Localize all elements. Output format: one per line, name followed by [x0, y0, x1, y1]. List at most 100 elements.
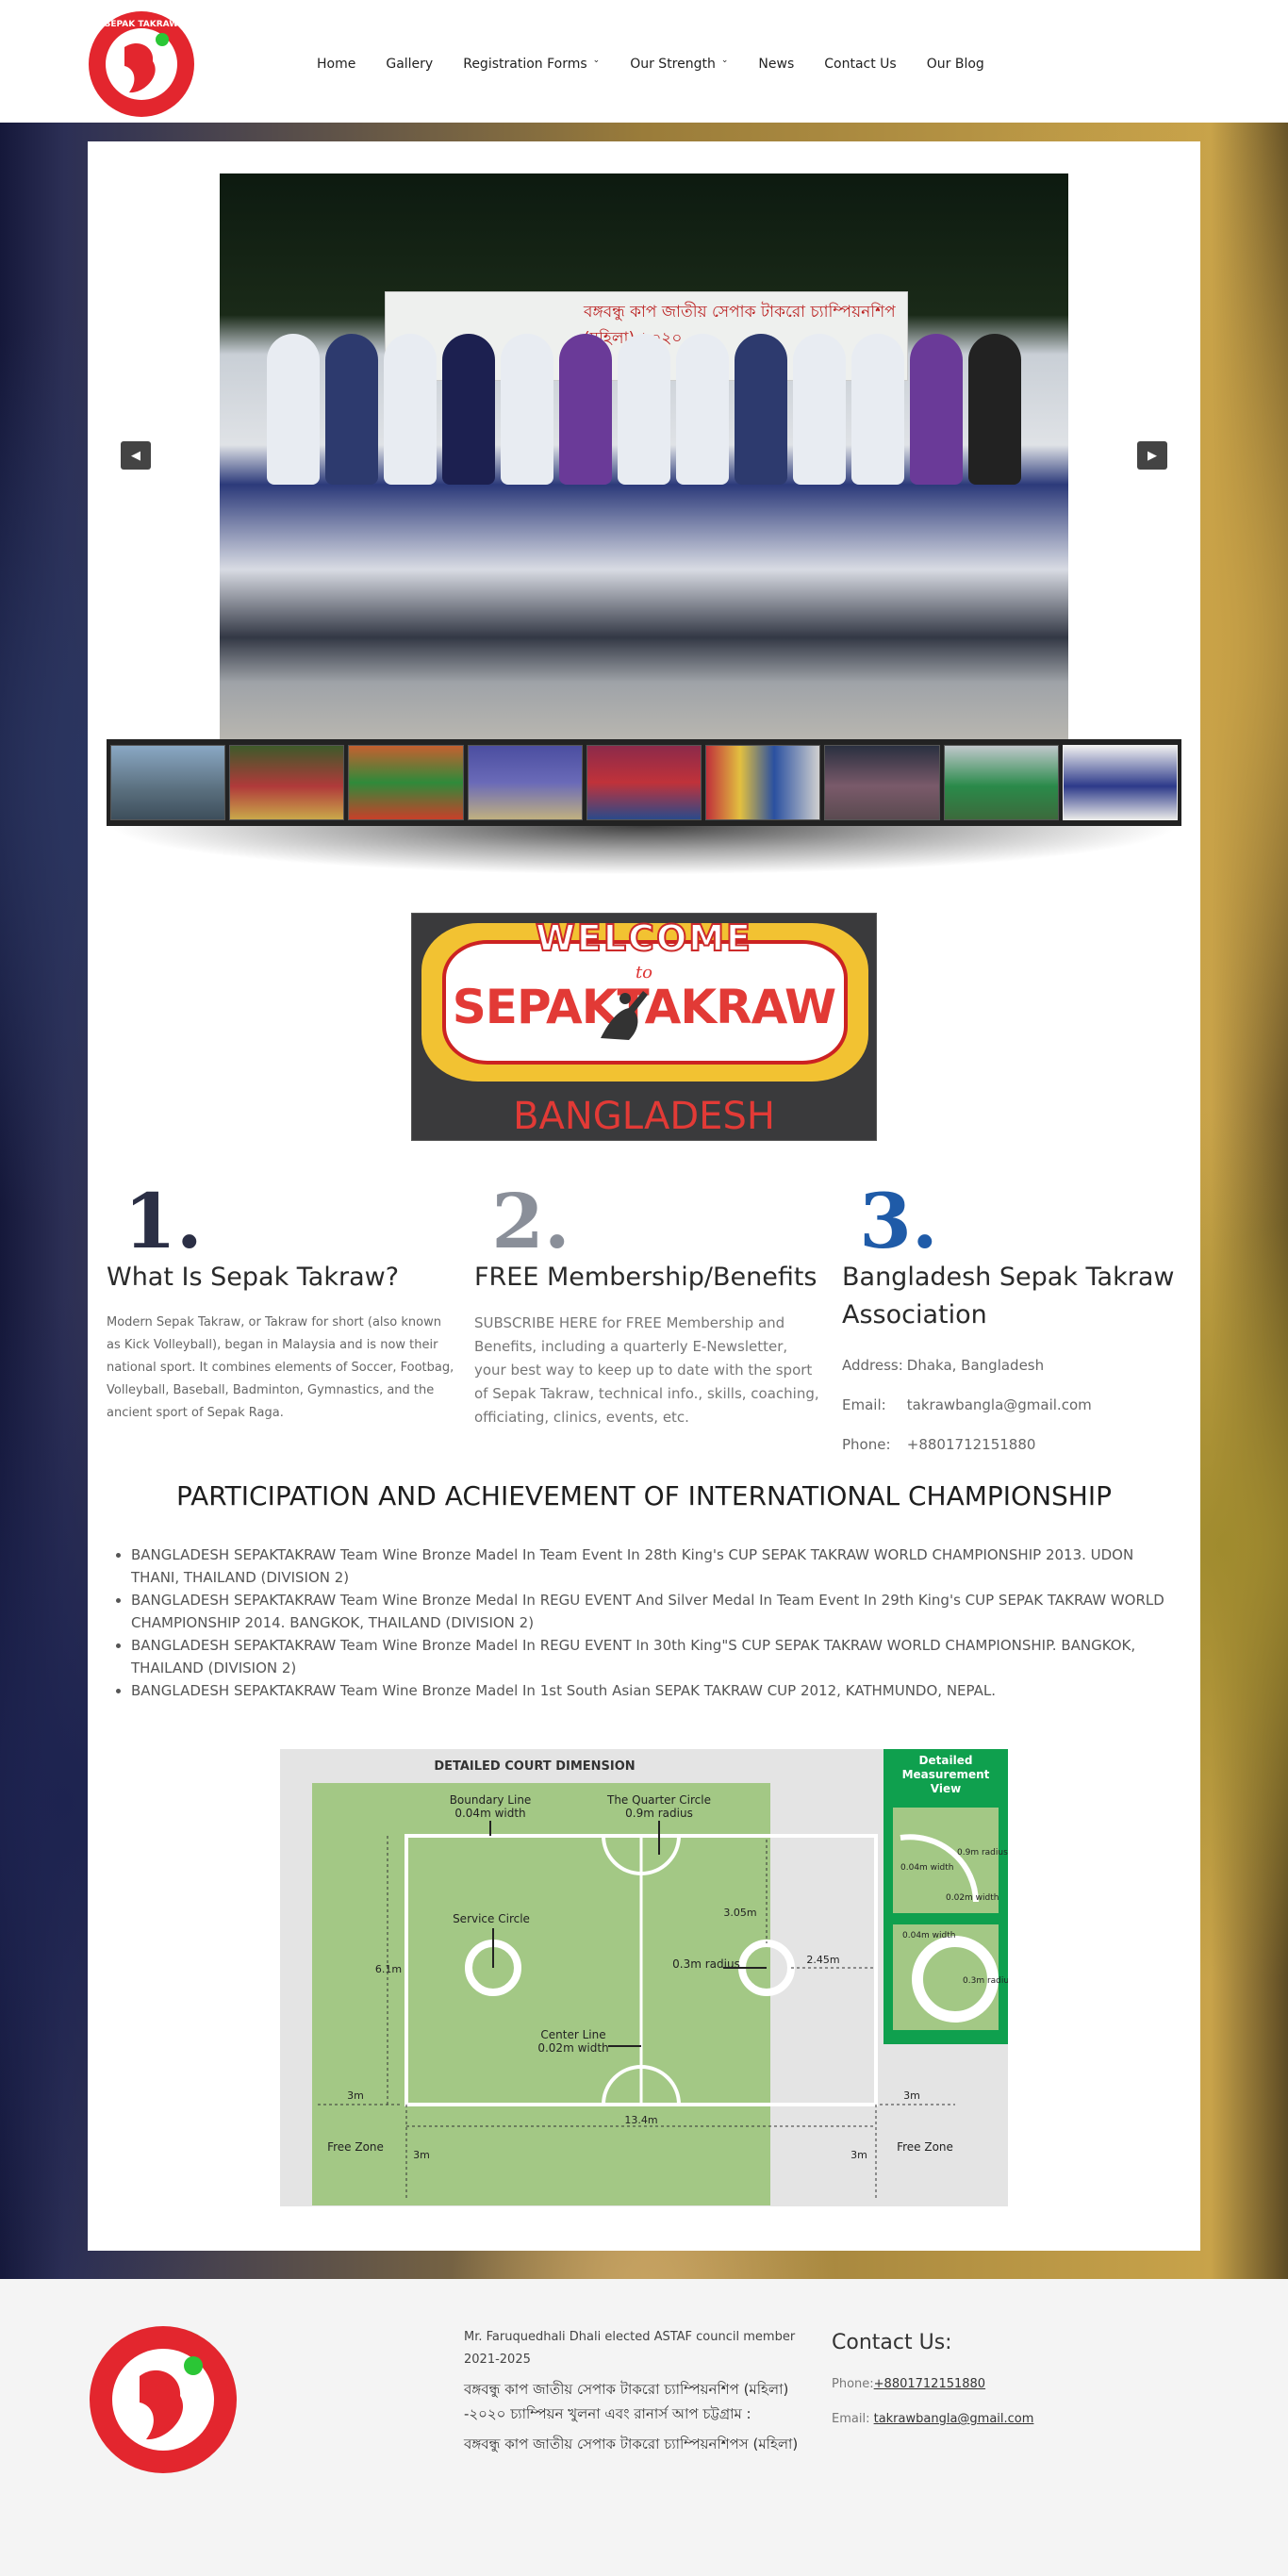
slider-thumbnail[interactable] — [586, 745, 702, 820]
achievement-item: BANGLADESH SEPAKTAKRAW Team Wine Bronze … — [131, 1544, 1181, 1589]
feature-number: 1. — [124, 1177, 203, 1265]
caret-right-icon: ▶ — [1148, 448, 1157, 462]
dim-134: 13.4m — [624, 2114, 657, 2126]
dim-3m-right: 3m — [903, 2089, 920, 2102]
nav-our-blog[interactable]: Our Blog — [912, 57, 999, 72]
slider-thumbnail[interactable] — [229, 745, 345, 820]
dim-3m-bottom-left: 3m — [413, 2149, 430, 2161]
feature-text: Modern Sepak Takraw, or Takraw for short… — [107, 1315, 454, 1420]
chevron-down-icon: ⌄ — [720, 56, 729, 65]
team-photo — [257, 324, 1031, 664]
player-silhouette-icon — [601, 991, 648, 1040]
quarter-circle-label: The Quarter Circle — [606, 1793, 711, 1807]
slider-next-button[interactable]: ▶ — [1137, 441, 1167, 470]
address-label: Address: — [842, 1357, 903, 1374]
court-dimension-diagram: DETAILED COURT DIMENSION Boundary Line 0… — [280, 1749, 1008, 2206]
nav-our-strength[interactable]: Our Strength ⌄ — [615, 56, 743, 72]
association-email: Email: takrawbangla@gmail.com — [842, 1396, 1191, 1413]
detail-004b: 0.04m width — [902, 1931, 955, 1940]
detail-title-1: Detailed — [919, 1754, 973, 1767]
welcome-bangladesh-text: BANGLADESH — [513, 1095, 775, 1138]
feature-membership: 2. FREE Membership/Benefits SUBSCRIBE HE… — [474, 1183, 823, 1429]
main-content: বঙ্গবন্ধু কাপ জাতীয় সেপাক টাকরো চ্যাম্প… — [88, 141, 1200, 2251]
dim-305: 3.05m — [723, 1907, 756, 1919]
footer-phone: Phone:+8801712151880 — [832, 2377, 1033, 2391]
detail-title-3: View — [931, 1782, 961, 1795]
footer-news: Mr. Faruquedhali Dhali elected ASTAF cou… — [464, 2326, 803, 2456]
footer-contact: Contact Us: Phone:+8801712151880 Email: … — [832, 2331, 1033, 2426]
court-title: DETAILED COURT DIMENSION — [434, 1759, 635, 1774]
email-label: Email: — [832, 2412, 870, 2426]
slider-thumbnail[interactable] — [110, 745, 226, 820]
nav-label: Our Strength — [630, 57, 716, 72]
feature-number: 2. — [491, 1177, 570, 1265]
free-zone-right: Free Zone — [897, 2140, 953, 2154]
email-label: Email: — [842, 1396, 886, 1413]
site-logo[interactable]: SEPAK TAKRAW — [87, 9, 196, 119]
feature-title: Bangladesh Sepak Takraw Association — [842, 1263, 1175, 1329]
nav-registration-forms[interactable]: Registration Forms ⌄ — [448, 56, 615, 72]
slider-thumbnail[interactable] — [943, 745, 1059, 820]
welcome-text: WELCOME — [535, 916, 753, 960]
caret-left-icon: ◀ — [131, 448, 140, 462]
association-phone: Phone: +8801712151880 — [842, 1436, 1191, 1453]
slider-thumbnail[interactable] — [348, 745, 464, 820]
slider-thumbnail[interactable] — [705, 745, 821, 820]
feature-association: 3. Bangladesh Sepak Takraw Association A… — [842, 1183, 1191, 1453]
site-footer: Mr. Faruquedhali Dhali elected ASTAF cou… — [0, 2279, 1288, 2576]
dim-61: 6.1m — [375, 1963, 402, 1975]
slider-prev-button[interactable]: ◀ — [121, 441, 151, 470]
feature-title: FREE Membership/Benefits — [474, 1263, 817, 1292]
nav-label: Contact Us — [824, 57, 897, 72]
nav-home[interactable]: Home — [302, 57, 371, 72]
dim-3m-bottom-right: 3m — [850, 2149, 867, 2161]
center-line-label: Center Line — [540, 2028, 605, 2041]
detail-002: 0.02m width — [946, 1893, 999, 1903]
nav-label: Registration Forms — [463, 57, 587, 72]
achievement-item: BANGLADESH SEPAKTAKRAW Team Wine Bronze … — [131, 1679, 1181, 1702]
nav-gallery[interactable]: Gallery — [371, 57, 448, 72]
slider-thumbnail[interactable] — [1062, 745, 1178, 820]
dim-245: 2.45m — [806, 1954, 839, 1966]
slider-thumbnail[interactable] — [467, 745, 583, 820]
boundary-label: Boundary Line — [450, 1793, 532, 1807]
feature-text: SUBSCRIBE HERE for FREE Membership and B… — [474, 1314, 819, 1426]
slider-thumbnail[interactable] — [824, 745, 940, 820]
svg-text:SEPAK TAKRAW: SEPAK TAKRAW — [105, 20, 178, 29]
footer-phone-link[interactable]: +8801712151880 — [874, 2377, 985, 2391]
slider-thumbnails — [107, 739, 1181, 826]
email-value[interactable]: takrawbangla@gmail.com — [907, 1396, 1092, 1413]
nav-label: News — [758, 57, 795, 72]
nav-label: Our Blog — [926, 57, 984, 72]
quarter-circle-radius: 0.9m radius — [625, 1807, 693, 1820]
achievement-item: BANGLADESH SEPAKTAKRAW Team Wine Bronze … — [131, 1634, 1181, 1679]
boundary-width: 0.04m width — [454, 1807, 525, 1820]
feature-number: 3. — [859, 1177, 938, 1265]
nav-label: Home — [317, 57, 356, 72]
nav-contact-us[interactable]: Contact Us — [809, 57, 911, 72]
footer-email: Email: takrawbangla@gmail.com — [832, 2412, 1033, 2426]
achievements-list: BANGLADESH SEPAKTAKRAW Team Wine Bronze … — [107, 1544, 1181, 1702]
slider-shadow — [107, 826, 1181, 875]
achievements-title: PARTICIPATION AND ACHIEVEMENT OF INTERNA… — [175, 1480, 1113, 1511]
detail-title-2: Measurement — [902, 1768, 990, 1781]
chevron-down-icon: ⌄ — [592, 56, 601, 65]
footer-email-link[interactable]: takrawbangla@gmail.com — [874, 2412, 1034, 2426]
association-address: Address: Dhaka, Bangladesh — [842, 1357, 1191, 1374]
nav-news[interactable]: News — [743, 57, 809, 72]
news-link[interactable]: Mr. Faruquedhali Dhali elected ASTAF cou… — [464, 2326, 803, 2371]
service-circle-label: Service Circle — [453, 1912, 530, 1925]
phone-label: Phone: — [832, 2377, 874, 2391]
address-value: Dhaka, Bangladesh — [906, 1357, 1045, 1374]
site-header: SEPAK TAKRAW Home Gallery Registration F… — [0, 0, 1288, 123]
detail-09: 0.9m radius — [957, 1848, 1008, 1858]
footer-logo[interactable] — [88, 2324, 239, 2475]
free-zone-left: Free Zone — [327, 2140, 384, 2154]
dim-3m-left: 3m — [347, 2089, 364, 2102]
main-nav: Home Gallery Registration Forms ⌄ Our Str… — [302, 56, 999, 72]
detail-004: 0.04m width — [900, 1863, 953, 1873]
news-link[interactable]: বঙ্গবন্ধু কাপ জাতীয় সেপাক টাকরো চ্যাম্প… — [464, 2432, 803, 2456]
achievement-item: BANGLADESH SEPAKTAKRAW Team Wine Bronze … — [131, 1589, 1181, 1634]
news-link[interactable]: বঙ্গবন্ধু কাপ জাতীয় সেপাক টাকরো চ্যাম্প… — [464, 2377, 803, 2426]
phone-value[interactable]: +8801712151880 — [907, 1436, 1036, 1453]
